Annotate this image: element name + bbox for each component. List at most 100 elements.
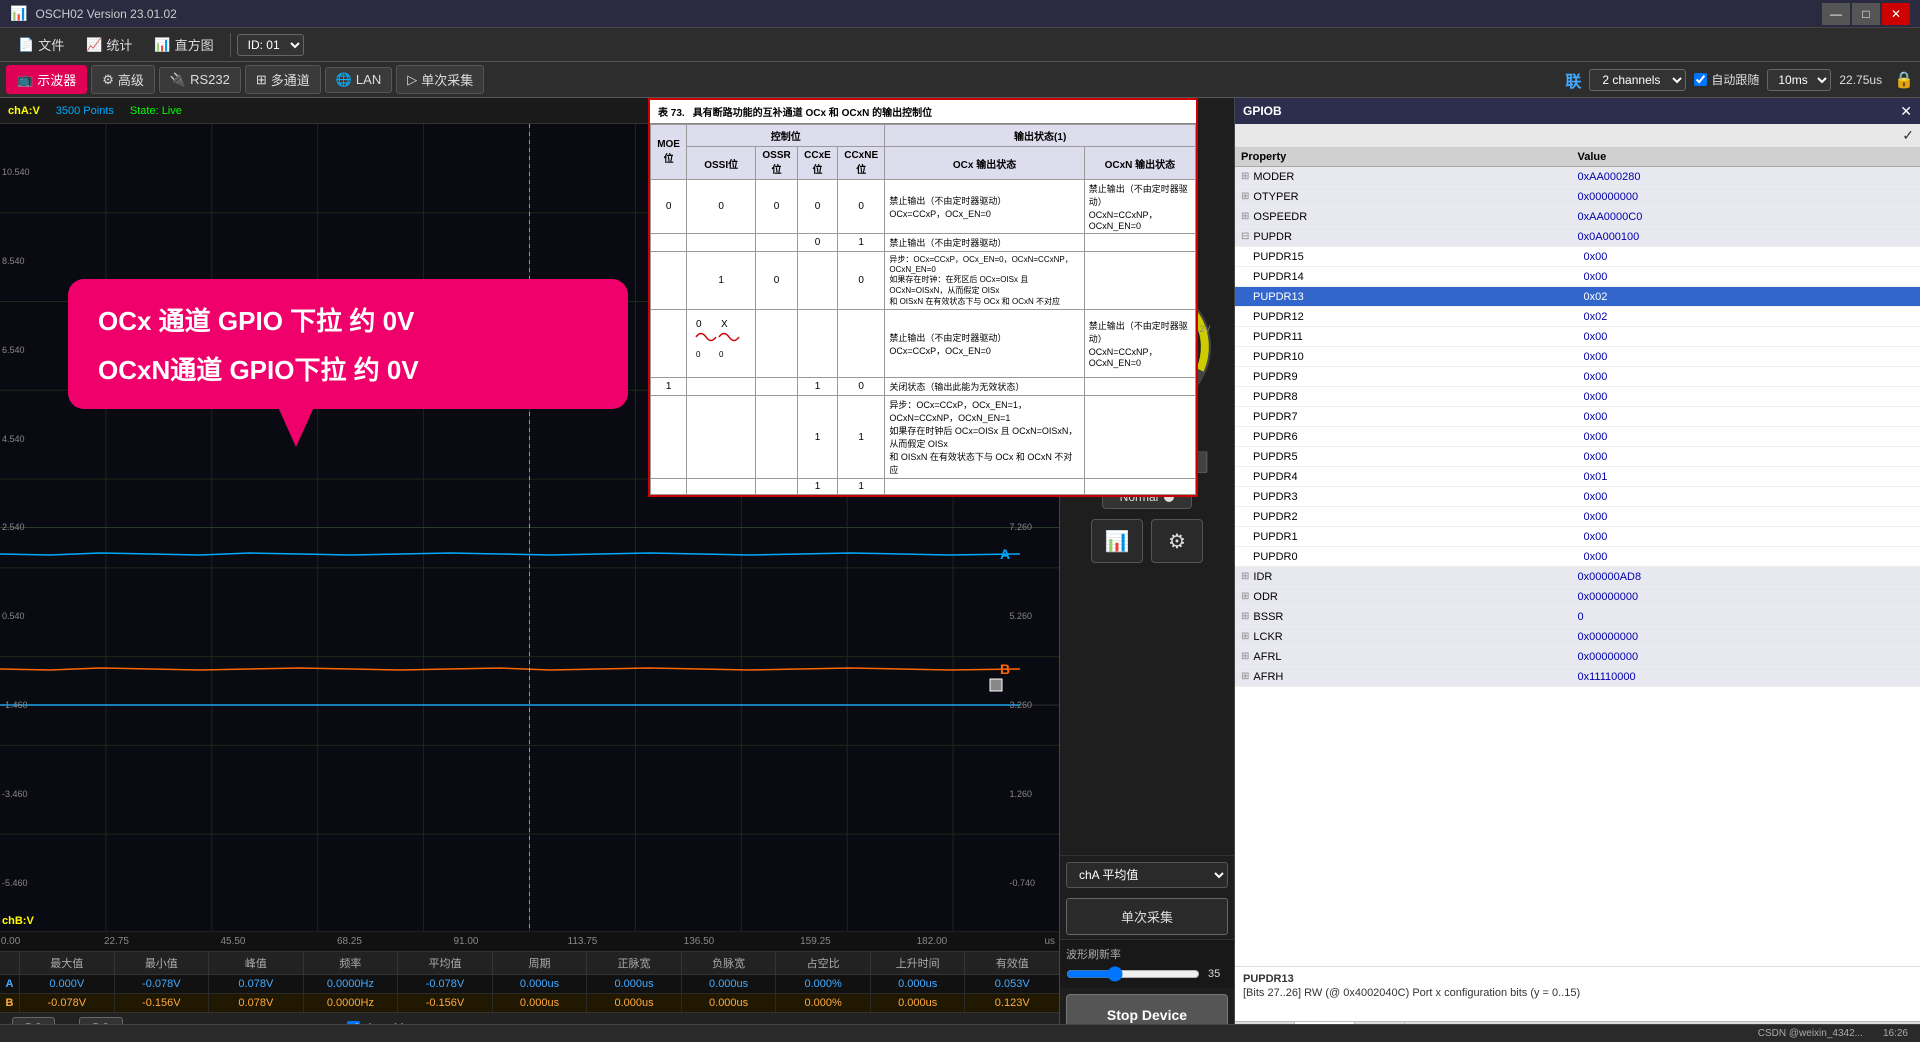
gpio-row-pupdr10[interactable]: PUPDR10 0x00 — [1235, 347, 1920, 367]
gear-button[interactable]: ⚙ — [1151, 519, 1203, 563]
close-button[interactable]: ✕ — [1882, 3, 1910, 25]
gpio-row-pupdr9[interactable]: PUPDR9 0x00 — [1235, 367, 1920, 387]
state-label: State: Live — [130, 105, 182, 117]
advanced-icon: ⚙ — [102, 72, 114, 88]
status-bar: CSDN @weixin_4342... 16:26 — [0, 1024, 1920, 1042]
gpio-row-lckr[interactable]: ⊞ LCKR 0x00000000 — [1235, 627, 1920, 647]
annotation-line2: OCxN通道 GPIO下拉 约 0V — [98, 350, 598, 387]
tool-advanced[interactable]: ⚙ 高级 — [91, 65, 155, 94]
time-unit: 22.75us — [1839, 73, 1882, 87]
gpio-row-pupdr7[interactable]: PUPDR7 0x00 — [1235, 407, 1920, 427]
oscilloscope-icon: 📺 — [17, 72, 33, 88]
app-icon: 📊 — [10, 5, 27, 22]
table-title-row: 表 73. 具有断路功能的互补通道 OCx 和 OCxN 的输出控制位 — [650, 100, 1196, 124]
gpio-close-btn[interactable]: ✕ — [1900, 103, 1912, 120]
gpio-row-moder[interactable]: ⊞ MODER 0xAA000280 — [1235, 167, 1920, 187]
table-row: 1 0 0 异步：OCx=CCxP，OCx_EN=0，OCxN=CCxNP，OC… — [651, 252, 1196, 310]
table-row: 0 X 0 0 禁止输出（不由定时器驱动）OCx=CCxP，OCx_EN=0 — [651, 310, 1196, 378]
gpio-desc: PUPDR13 [Bits 27..26] RW (@ 0x4002040C) … — [1235, 966, 1920, 1021]
annotation-line1: OCx 通道 GPIO 下拉 约 0V — [98, 301, 598, 338]
gpio-row-pupdr11[interactable]: PUPDR11 0x00 — [1235, 327, 1920, 347]
x-axis: 0.00 22.75 45.50 68.25 91.00 113.75 136.… — [0, 931, 1059, 951]
maximize-button[interactable]: □ — [1852, 3, 1880, 25]
gpio-row-otyper[interactable]: ⊞ OTYPER 0x00000000 — [1235, 187, 1920, 207]
gpio-row-pupdr15[interactable]: PUPDR15 0x00 — [1235, 247, 1920, 267]
time-select[interactable]: 10ms — [1767, 69, 1831, 91]
gpio-row-pupdr14[interactable]: PUPDR14 0x00 — [1235, 267, 1920, 287]
table-row: 1 1 异步：OCx=CCxP，OCx_EN=1，OCxN=CCxNP，OCxN… — [651, 396, 1196, 479]
file-icon: 📄 — [18, 37, 34, 53]
x-unit: us — [1044, 936, 1055, 947]
tool-lan[interactable]: 🌐 LAN — [325, 67, 392, 93]
ch-avg-area: chA 平均值 — [1060, 855, 1234, 894]
gpio-row-afrl[interactable]: ⊞ AFRL 0x00000000 — [1235, 647, 1920, 667]
tool-multichannel[interactable]: ⊞ 多通道 — [245, 65, 321, 94]
gpio-row-bssr[interactable]: ⊞ BSSR 0 — [1235, 607, 1920, 627]
meas-header: 最大值 最小值 峰值 频率 平均值 周期 正脉宽 负脉宽 占空比 上升时间 有效… — [0, 951, 1059, 975]
lock-icon: 🔒 — [1894, 70, 1914, 90]
ch-b-canvas-label: chB:V — [2, 915, 34, 927]
minimize-button[interactable]: — — [1822, 3, 1850, 25]
gpio-row-pupdr1[interactable]: PUPDR1 0x00 — [1235, 527, 1920, 547]
auto-sync-check[interactable]: 自动跟随 — [1694, 71, 1759, 88]
gpio-selected-prop: PUPDR13 — [1243, 973, 1912, 985]
gpio-toolbar: ✓ — [1235, 124, 1920, 148]
status-time: 16:26 — [1883, 1028, 1908, 1039]
gpio-row-pupdr2[interactable]: PUPDR2 0x00 — [1235, 507, 1920, 527]
tool-single[interactable]: ▷ 单次采集 — [396, 65, 484, 94]
meas-row-a: A 0.000V -0.078V 0.078V 0.0000Hz -0.078V… — [0, 975, 1059, 994]
chart-button[interactable]: 📊 — [1091, 519, 1143, 563]
svg-text:0: 0 — [696, 319, 702, 330]
gpio-rows[interactable]: ⊞ MODER 0xAA000280 ⊞ OTYPER 0x00000000 ⊞… — [1235, 167, 1920, 966]
gpio-row-pupdr5[interactable]: PUPDR5 0x00 — [1235, 447, 1920, 467]
status-text: CSDN @weixin_4342... — [1758, 1028, 1863, 1039]
gpio-row-pupdr12[interactable]: PUPDR12 0x02 — [1235, 307, 1920, 327]
histogram-icon: 📊 — [154, 37, 170, 53]
gpio-title: GPIOB — [1243, 104, 1282, 118]
gpio-row-odr[interactable]: ⊞ ODR 0x00000000 — [1235, 587, 1920, 607]
svg-text:0: 0 — [696, 350, 701, 359]
svg-text:X: X — [721, 319, 728, 330]
gpio-row-pupdr0[interactable]: PUPDR0 0x00 — [1235, 547, 1920, 567]
menu-stats[interactable]: 📈 统计 — [76, 31, 142, 58]
gpio-panel: GPIOB ✕ ✓ Property Value ⊞ MODER 0xAA000… — [1235, 98, 1920, 1042]
inner-table: MOE位 控制位 输出状态(1) OSSI位 OSSR位 CCxE位 CCxNE… — [650, 124, 1196, 495]
table-row: 1 1 — [651, 479, 1196, 495]
gpio-header: GPIOB ✕ — [1235, 98, 1920, 124]
gpio-row-pupdr4[interactable]: PUPDR4 0x01 — [1235, 467, 1920, 487]
menu-bar: 📄 文件 📈 统计 📊 直方图 ID: 01 — [0, 28, 1920, 62]
points-label: 3500 Points — [56, 105, 114, 117]
stats-icon: 📈 — [86, 37, 102, 53]
gpio-row-pupdr3[interactable]: PUPDR3 0x00 — [1235, 487, 1920, 507]
ch-avg-select[interactable]: chA 平均值 — [1066, 862, 1228, 888]
tool-rs232[interactable]: 🔌 RS232 — [159, 67, 241, 93]
menu-histogram[interactable]: 📊 直方图 — [144, 31, 223, 58]
gpio-row-pupdr13[interactable]: PUPDR13 0x02 — [1235, 287, 1920, 307]
wave-slider-value: 35 — [1208, 968, 1228, 980]
gpio-table-header: Property Value — [1235, 148, 1920, 167]
tool-oscilloscope[interactable]: 📺 示波器 — [6, 65, 87, 94]
gpio-row-pupdr8[interactable]: PUPDR8 0x00 — [1235, 387, 1920, 407]
single-acq-button[interactable]: 单次采集 — [1066, 898, 1228, 935]
wave-slider-area: 波形刷新率 35 — [1060, 939, 1234, 988]
gpio-row-pupdr[interactable]: ⊟ PUPDR 0x0A000100 — [1235, 227, 1920, 247]
gpio-row-pupdr6[interactable]: PUPDR6 0x00 — [1235, 427, 1920, 447]
table-row: 0 1 禁止输出（不由定时器驱动） — [651, 234, 1196, 252]
lan-icon: 🌐 — [336, 72, 352, 88]
gpio-row-afrh[interactable]: ⊞ AFRH 0x11110000 — [1235, 667, 1920, 687]
id-select[interactable]: ID: 01 — [237, 34, 304, 56]
title-bar: 📊 OSCH02 Version 23.01.02 — □ ✕ — [0, 0, 1920, 28]
channel-select[interactable]: 2 channels — [1589, 69, 1686, 91]
gpio-row-ospeedr[interactable]: ⊞ OSPEEDR 0xAA0000C0 — [1235, 207, 1920, 227]
connect-label: 联 — [1565, 68, 1581, 92]
toolbar: 📺 示波器 ⚙ 高级 🔌 RS232 ⊞ 多通道 🌐 LAN ▷ 单次采集 联 … — [0, 62, 1920, 98]
table-row: 0 0 0 0 0 禁止输出（不由定时器驱动）OCx=CCxP，OCx_EN=0… — [651, 180, 1196, 234]
meas-row-b: B -0.078V -0.156V 0.078V 0.0000Hz -0.156… — [0, 994, 1059, 1012]
multichannel-icon: ⊞ — [256, 72, 267, 88]
menu-file[interactable]: 📄 文件 — [8, 31, 74, 58]
gpio-row-idr[interactable]: ⊞ IDR 0x00000AD8 — [1235, 567, 1920, 587]
waveform-sketch: 0 X 0 0 — [691, 312, 751, 372]
wave-slider[interactable] — [1066, 966, 1200, 982]
table-row: 1 1 0 关闭状态（输出此能为无效状态） — [651, 378, 1196, 396]
auto-sync-checkbox[interactable] — [1694, 73, 1707, 86]
